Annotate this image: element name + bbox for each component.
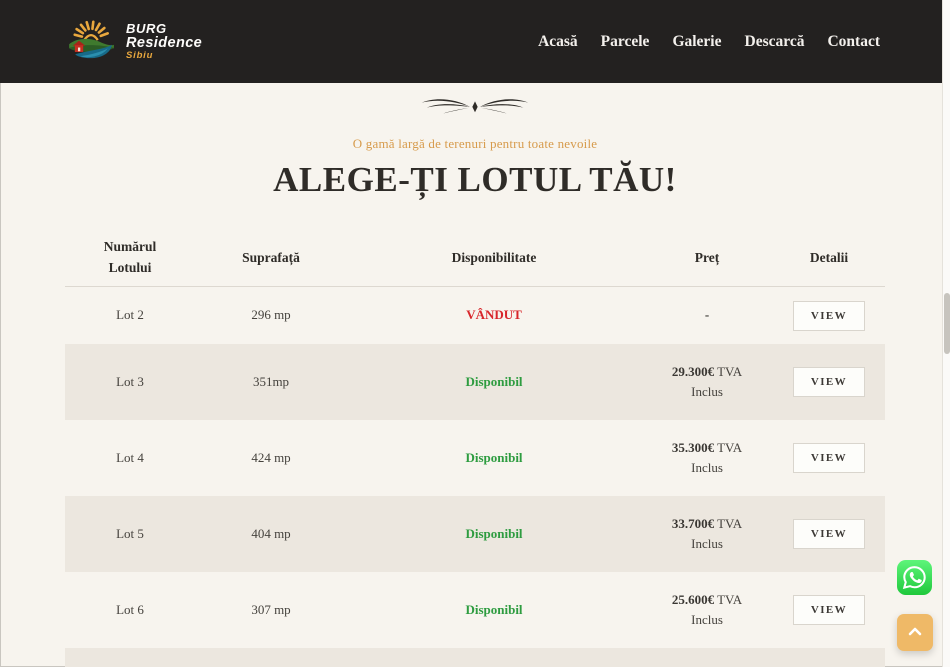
table-row: Lot 4 424 mp Disponibil 35.300€ TVA Incl… [65, 420, 885, 496]
col-header-lot: Numărul Lotului [65, 237, 195, 278]
brand-name-bottom: Residence [126, 36, 202, 51]
nav-item-acasa[interactable]: Acasă [538, 33, 578, 51]
brand-name-top: BURG [126, 22, 202, 36]
table-row: Lot 2 296 mp VÂNDUT - VIEW [65, 287, 885, 344]
status-cell: Disponibil [347, 448, 641, 468]
lot-cell: Lot 5 [65, 524, 195, 544]
table-row: Lot 6 307 mp Disponibil 25.600€ TVA Incl… [65, 572, 885, 648]
view-button[interactable]: VIEW [793, 595, 865, 625]
nav-item-galerie[interactable]: Galerie [672, 33, 721, 51]
area-cell: 296 mp [195, 305, 347, 325]
page-title: ALEGE-ȚI LOTUL TĂU! [0, 160, 950, 200]
chevron-up-icon [906, 625, 924, 640]
price-cell: 33.700€ TVA Inclus [641, 514, 773, 554]
col-header-availability: Disponibilitate [347, 250, 641, 266]
nav-item-descarca[interactable]: Descarcă [745, 33, 805, 51]
nav-item-parcele[interactable]: Parcele [601, 33, 650, 51]
brand-city: Sibiu [126, 51, 202, 61]
lots-table: Numărul Lotului Suprafață Disponibilitat… [65, 229, 885, 667]
status-cell: Disponibil [347, 524, 641, 544]
table-row: Lot 3 351mp Disponibil 29.300€ TVA Inclu… [65, 344, 885, 420]
wings-ornament-icon [0, 96, 950, 121]
lot-cell: Lot 2 [65, 305, 195, 325]
table-header-row: Numărul Lotului Suprafață Disponibilitat… [65, 229, 885, 287]
webpage: BURG Residence Sibiu Acasă Parcele Galer… [0, 0, 950, 667]
brand-name: BURG Residence Sibiu [126, 22, 202, 61]
scrollbar [942, 0, 950, 667]
price-cell: 29.300€ TVA Inclus [641, 362, 773, 402]
table-row-partial [65, 648, 885, 667]
status-cell: Disponibil [347, 372, 641, 392]
lot-cell: Lot 4 [65, 448, 195, 468]
lot-cell: Lot 6 [65, 600, 195, 620]
area-cell: 351mp [195, 372, 347, 392]
status-cell: Disponibil [347, 600, 641, 620]
view-button[interactable]: VIEW [793, 443, 865, 473]
area-cell: 404 mp [195, 524, 347, 544]
scroll-to-top-button[interactable] [897, 614, 933, 651]
main-nav: Acasă Parcele Galerie Descarcă Contact [538, 33, 880, 51]
main-content: O gamă largă de terenuri pentru toate ne… [0, 96, 950, 667]
scrollbar-thumb[interactable] [944, 293, 950, 354]
price-cell: - [641, 305, 773, 325]
col-header-details: Detalii [773, 250, 885, 266]
site-header: BURG Residence Sibiu Acasă Parcele Galer… [0, 0, 950, 83]
area-cell: 307 mp [195, 600, 347, 620]
price-cell: 35.300€ TVA Inclus [641, 438, 773, 478]
logo-icon [66, 16, 116, 67]
price-cell: 25.600€ TVA Inclus [641, 590, 773, 630]
col-header-price: Preț [641, 250, 773, 266]
brand-logo[interactable]: BURG Residence Sibiu [66, 16, 202, 67]
nav-item-contact[interactable]: Contact [827, 33, 880, 51]
whatsapp-button[interactable] [897, 560, 932, 595]
view-button[interactable]: VIEW [793, 301, 865, 331]
table-row: Lot 5 404 mp Disponibil 33.700€ TVA Incl… [65, 496, 885, 572]
status-cell: VÂNDUT [347, 305, 641, 325]
section-tagline: O gamă largă de terenuri pentru toate ne… [0, 136, 950, 152]
view-button[interactable]: VIEW [793, 367, 865, 397]
area-cell: 424 mp [195, 448, 347, 468]
lot-cell: Lot 3 [65, 372, 195, 392]
col-header-area: Suprafață [195, 250, 347, 266]
view-button[interactable]: VIEW [793, 519, 865, 549]
